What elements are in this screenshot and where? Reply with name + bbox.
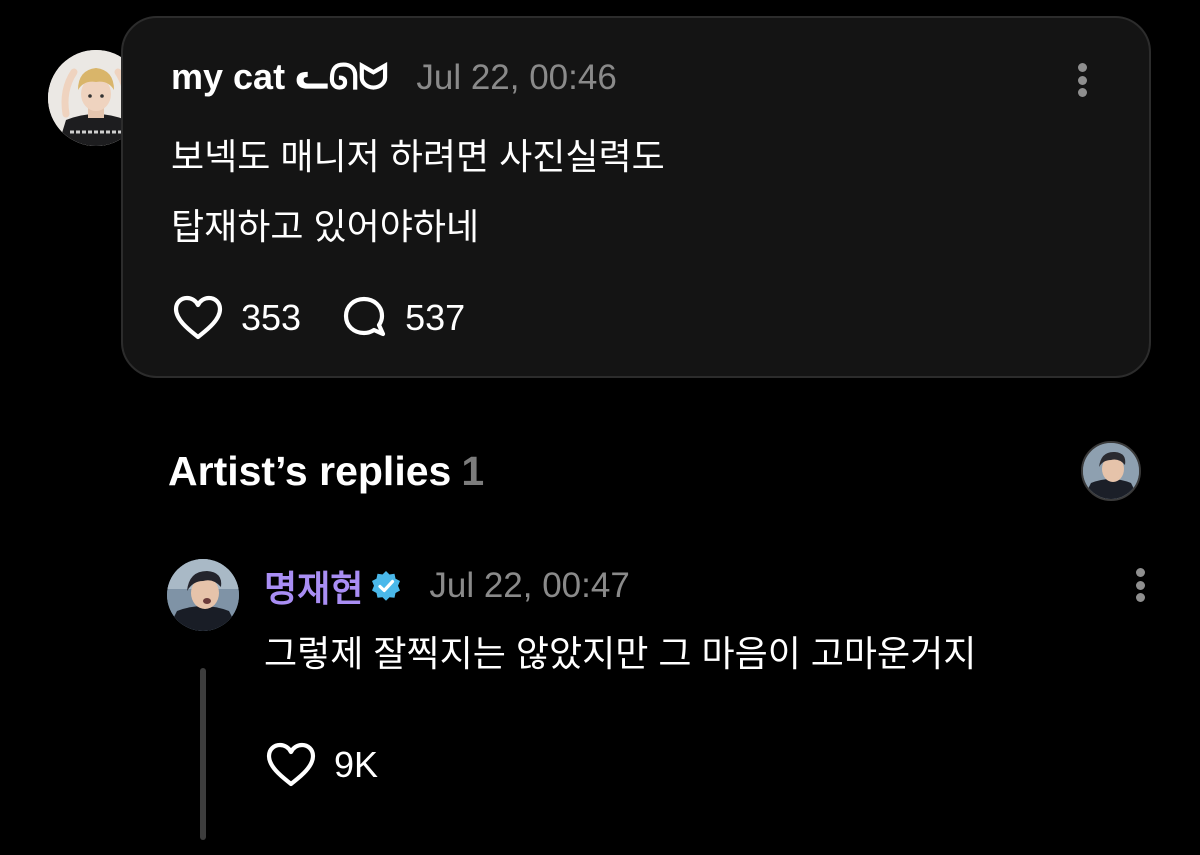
artist-replies-title: Artist’s replies: [168, 448, 452, 494]
reply-author-avatar[interactable]: [167, 559, 239, 631]
verified-badge-icon: [372, 571, 401, 601]
avatar-image: [167, 559, 239, 631]
comment-bubble-icon: [343, 296, 386, 337]
reply-more-options-icon[interactable]: [1125, 563, 1155, 607]
reply-timestamp: Jul 22, 00:47: [429, 566, 630, 605]
post-author-name[interactable]: my cat ᓚᘏᗢ: [171, 56, 388, 99]
heart-icon: [173, 295, 223, 340]
post-header: my cat ᓚᘏᗢ Jul 22, 00:46: [171, 56, 617, 99]
post-text-line: 탑재하고 있어야하네: [171, 206, 480, 247]
post-timestamp: Jul 22, 00:46: [416, 58, 617, 97]
post-text-line: 보넥도 매니저 하려면 사진실력도: [171, 136, 665, 177]
post-comment-button[interactable]: 537: [339, 294, 465, 342]
reply-header: 명재현 Jul 22, 00:47: [264, 560, 630, 612]
post-more-options-icon[interactable]: [1067, 58, 1097, 102]
reply-author-name[interactable]: 명재현: [264, 560, 363, 612]
post-card[interactable]: my cat ᓚᘏᗢ Jul 22, 00:46 보넥도 매니저 하려면 사진실…: [121, 16, 1151, 378]
reply-like-count: 9K: [334, 744, 379, 785]
post-actions: 353 537: [171, 294, 465, 342]
thread-connector-line: [200, 668, 206, 840]
post-comment-count: 537: [405, 297, 466, 338]
artist-replies-count: 1: [461, 448, 485, 494]
post-like-button[interactable]: 353: [171, 294, 301, 342]
heart-icon: [266, 742, 316, 787]
reply-actions: 9K: [264, 741, 378, 789]
post-like-count: 353: [241, 297, 302, 338]
post-body: 보넥도 매니저 하려면 사진실력도 탑재하고 있어야하네: [171, 122, 1051, 262]
artist-replies-heading: Artist’s replies 1: [168, 448, 484, 495]
reply-body: 그렇제 잘찍지는 않았지만 그 마음이 고마운거지: [264, 633, 977, 674]
artist-avatar-small[interactable]: [1081, 441, 1141, 501]
reply-like-button[interactable]: 9K: [264, 741, 378, 789]
avatar-image: [1083, 443, 1139, 499]
